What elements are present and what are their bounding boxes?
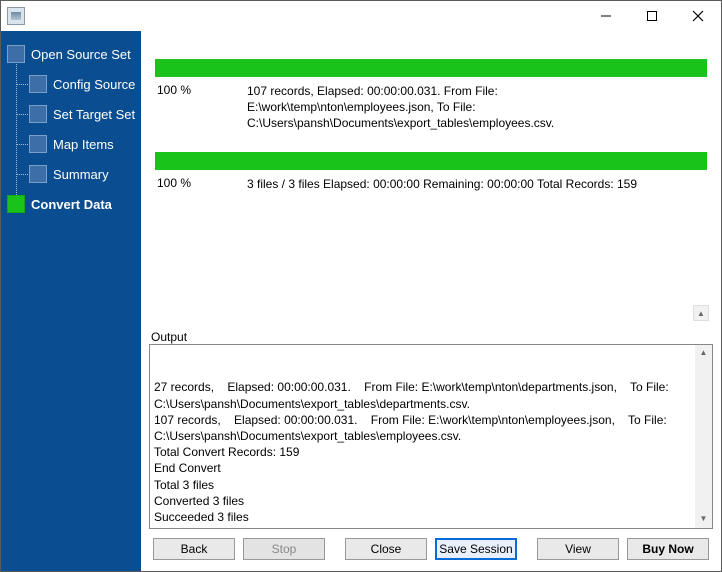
step-label: Convert Data xyxy=(31,197,112,212)
step-box-icon xyxy=(7,195,25,213)
output-textarea[interactable]: 27 records, Elapsed: 00:00:00.031. From … xyxy=(149,344,713,529)
output-line: End Convert xyxy=(154,460,690,476)
app-icon xyxy=(7,7,25,25)
total-progress-percent: 100 % xyxy=(157,176,247,192)
minimize-button[interactable] xyxy=(583,1,629,31)
output-scrollbar[interactable]: ▲ ▼ xyxy=(695,345,712,528)
output-line: Total 3 files xyxy=(154,477,690,493)
step-summary[interactable]: Summary xyxy=(29,159,141,189)
maximize-button[interactable] xyxy=(629,1,675,31)
close-button[interactable] xyxy=(675,1,721,31)
step-open-source-set[interactable]: Open Source Set xyxy=(7,39,141,69)
output-line: Succeeded 3 files xyxy=(154,509,690,525)
file-progress-info: 100 % 107 records, Elapsed: 00:00:00.031… xyxy=(155,81,707,134)
close-icon xyxy=(692,10,704,22)
file-progress-bar xyxy=(155,59,707,77)
scroll-up-icon[interactable]: ▲ xyxy=(693,305,709,321)
step-box-icon xyxy=(29,105,47,123)
button-bar: Back Stop Close Save Session View Buy No… xyxy=(149,529,713,563)
main-panel: 100 % 107 records, Elapsed: 00:00:00.031… xyxy=(141,31,721,571)
app-window: Open Source Set Config Source Set Target… xyxy=(0,0,722,572)
save-session-button[interactable]: Save Session xyxy=(435,538,517,560)
step-map-items[interactable]: Map Items xyxy=(29,129,141,159)
step-box-icon xyxy=(7,45,25,63)
output-line: 107 records, Elapsed: 00:00:00.031. From… xyxy=(154,412,690,444)
step-label: Open Source Set xyxy=(31,47,131,62)
view-button[interactable]: View xyxy=(537,538,619,560)
step-box-icon xyxy=(29,135,47,153)
step-config-source[interactable]: Config Source xyxy=(29,69,141,99)
output-line: Converted 3 files xyxy=(154,493,690,509)
total-progress-bar xyxy=(155,152,707,170)
window-controls xyxy=(583,1,721,31)
step-label: Summary xyxy=(53,167,109,182)
total-progress-details: 3 files / 3 files Elapsed: 00:00:00 Rema… xyxy=(247,176,705,192)
back-button[interactable]: Back xyxy=(153,538,235,560)
buy-now-button[interactable]: Buy Now xyxy=(627,538,709,560)
step-box-icon xyxy=(29,75,47,93)
output-line: Total Convert Records: 159 xyxy=(154,444,690,460)
sidebar: Open Source Set Config Source Set Target… xyxy=(1,31,141,571)
scroll-up-icon[interactable]: ▲ xyxy=(695,345,712,362)
output-line: Failed (partly) 0 files xyxy=(154,525,690,529)
step-label: Set Target Set xyxy=(53,107,135,122)
maximize-icon xyxy=(646,10,658,22)
step-set-target-set[interactable]: Set Target Set xyxy=(29,99,141,129)
body: Open Source Set Config Source Set Target… xyxy=(1,31,721,571)
titlebar xyxy=(1,1,721,31)
progress-area: 100 % 107 records, Elapsed: 00:00:00.031… xyxy=(149,39,713,324)
step-label: Map Items xyxy=(53,137,114,152)
total-progress-info: 100 % 3 files / 3 files Elapsed: 00:00:0… xyxy=(155,174,707,194)
scroll-down-icon[interactable]: ▼ xyxy=(695,511,712,528)
stop-button[interactable]: Stop xyxy=(243,538,325,560)
wizard-steps: Open Source Set Config Source Set Target… xyxy=(1,31,141,219)
file-progress-details: 107 records, Elapsed: 00:00:00.031. From… xyxy=(247,83,705,132)
output-line: 27 records, Elapsed: 00:00:00.031. From … xyxy=(154,379,690,411)
output-label: Output xyxy=(149,330,713,344)
minimize-icon xyxy=(600,10,612,22)
step-box-icon xyxy=(29,165,47,183)
step-label: Config Source xyxy=(53,77,135,92)
file-progress-percent: 100 % xyxy=(157,83,247,132)
close-button[interactable]: Close xyxy=(345,538,427,560)
step-convert-data[interactable]: Convert Data xyxy=(7,189,141,219)
